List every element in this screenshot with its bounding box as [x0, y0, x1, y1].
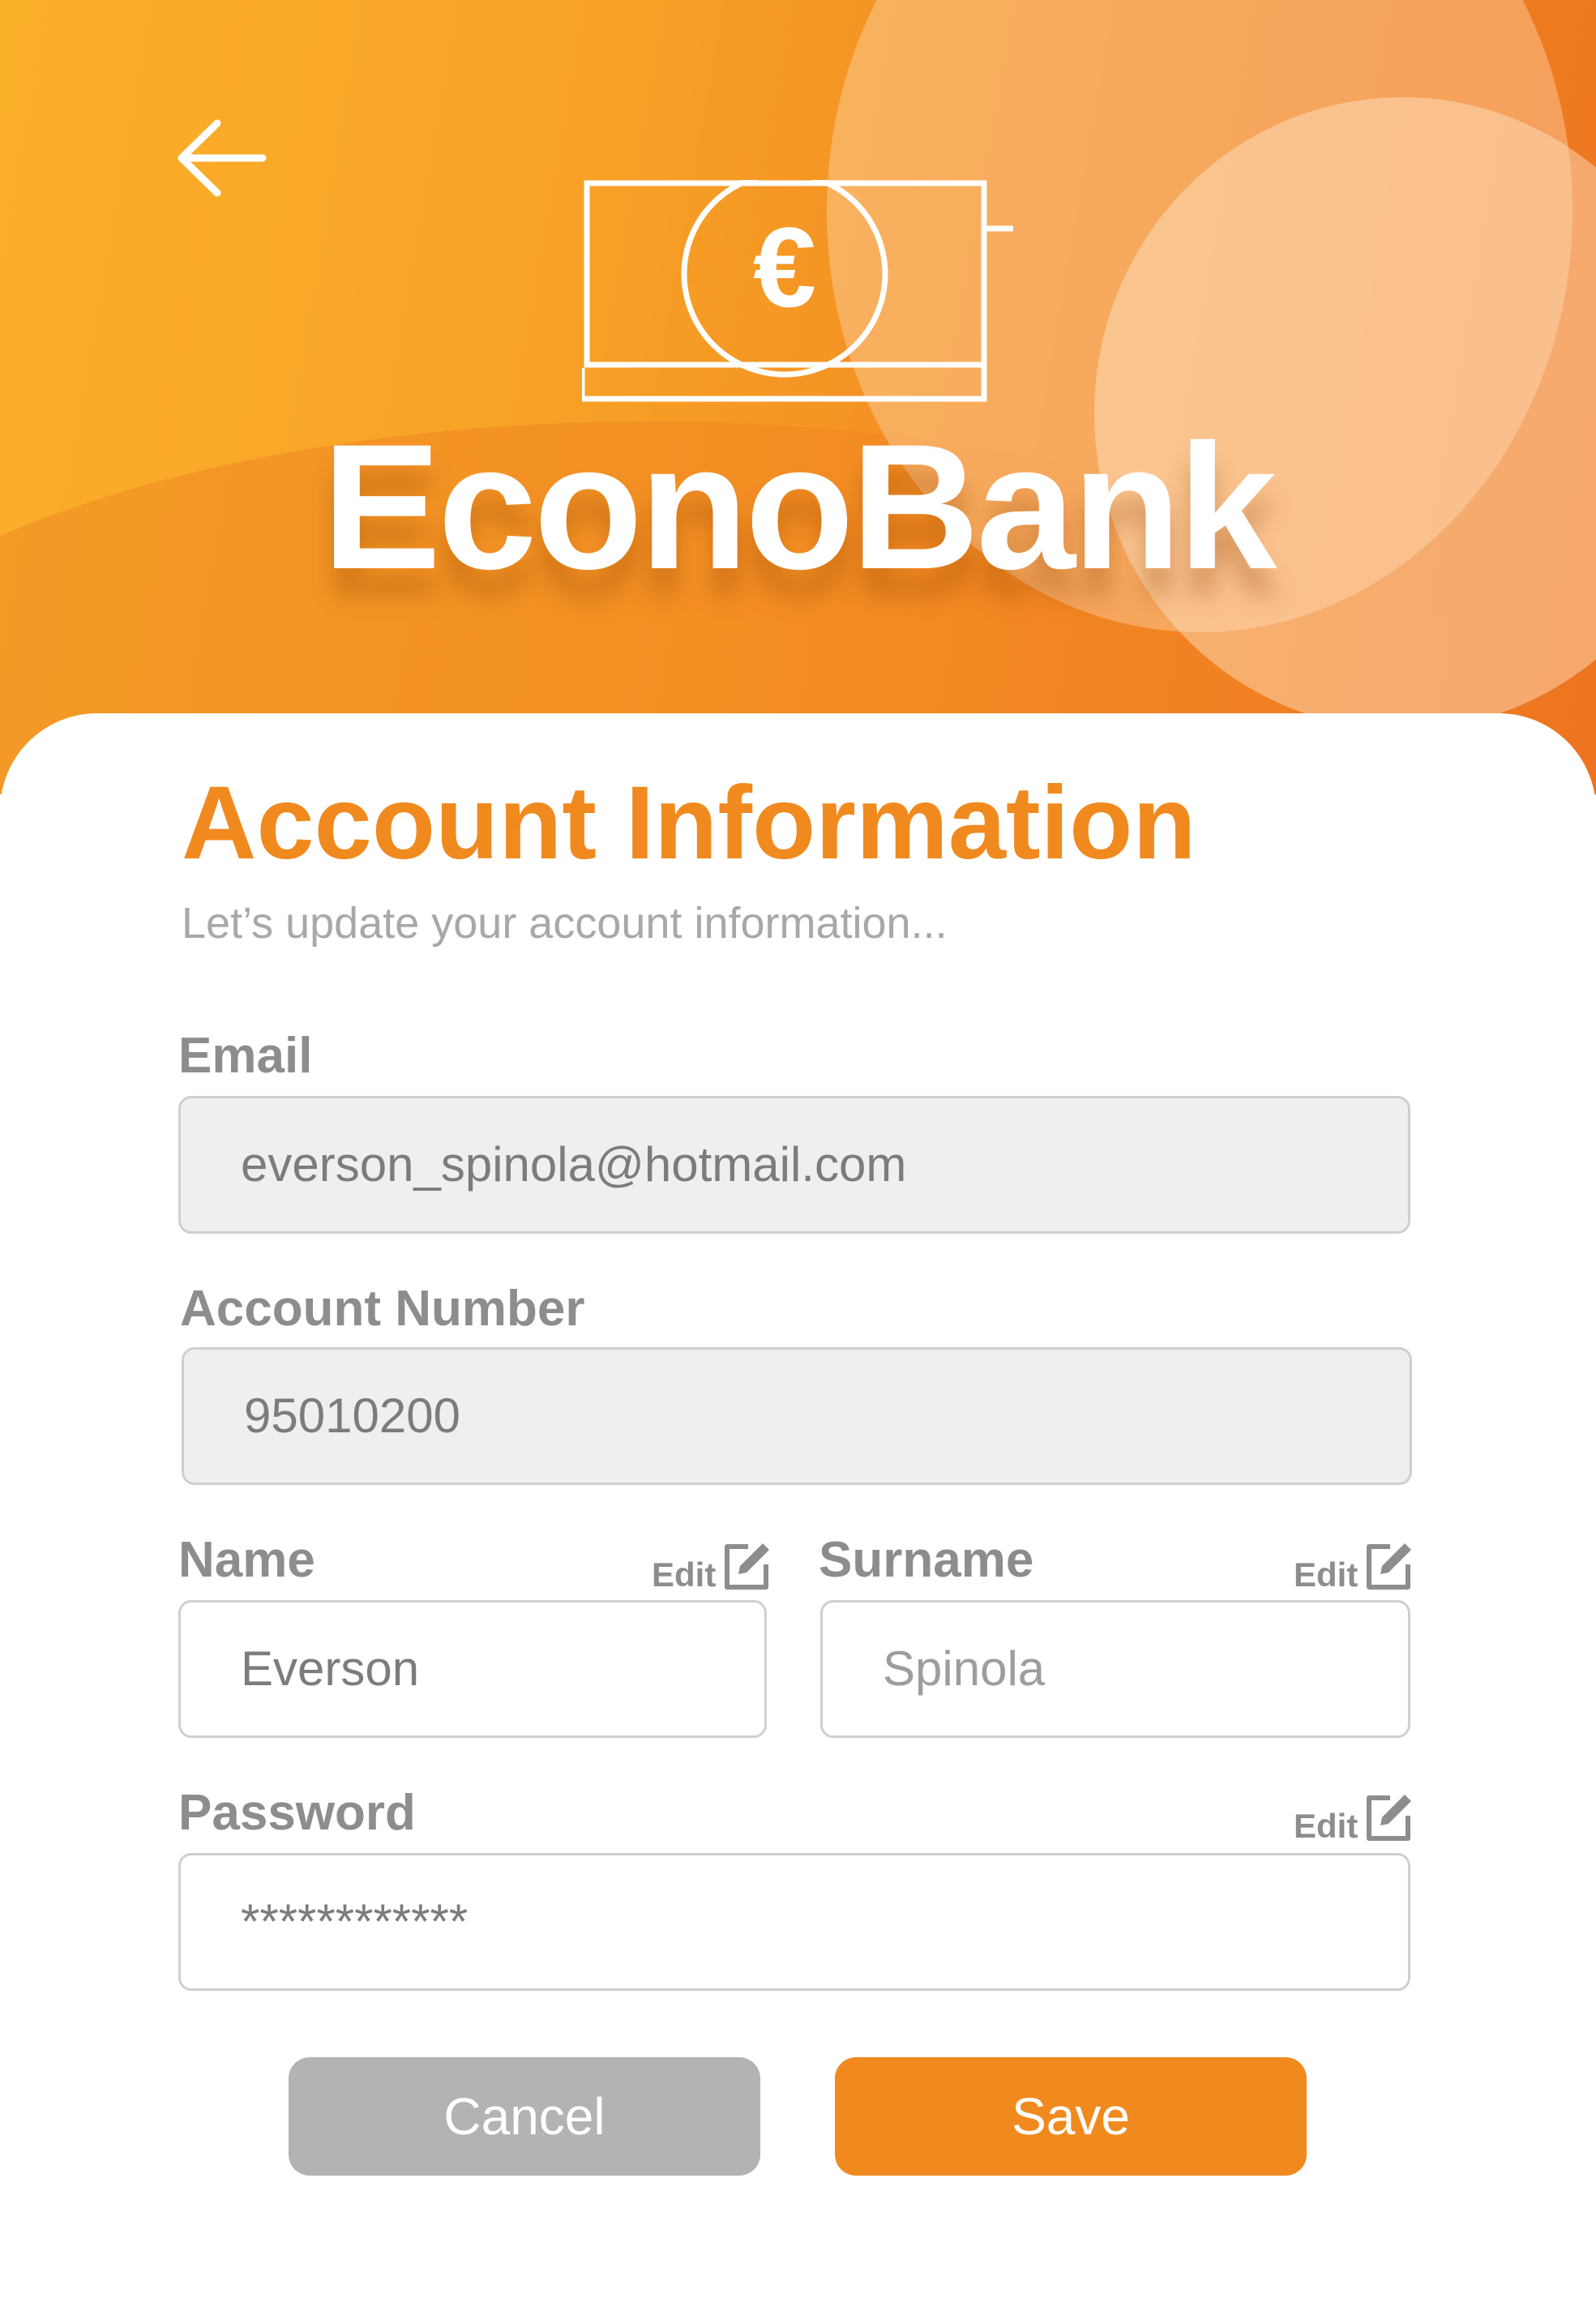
edit-label: Edit	[1294, 1807, 1359, 1845]
edit-pencil-icon	[1367, 1795, 1412, 1841]
edit-pencil-icon	[725, 1543, 770, 1590]
save-button[interactable]: Save	[835, 2057, 1307, 2176]
email-label: Email	[178, 1028, 313, 1084]
page-title: Account Information	[182, 765, 1196, 881]
password-input[interactable]: ************	[178, 1853, 1410, 1991]
page-subtitle: Let’s update your account information...	[182, 899, 948, 948]
surname-label: Surname	[819, 1532, 1034, 1588]
name-edit-button[interactable]: Edit	[652, 1540, 772, 1592]
account-number-label: Account Number	[180, 1281, 585, 1337]
edit-label: Edit	[1294, 1556, 1359, 1594]
surname-input[interactable]: Spinola	[820, 1600, 1410, 1738]
back-button[interactable]	[172, 113, 269, 203]
surname-placeholder: Spinola	[883, 1641, 1046, 1696]
account-number-value: 95010200	[244, 1389, 460, 1443]
arrow-left-icon	[178, 119, 267, 197]
edit-pencil-icon	[1367, 1543, 1412, 1590]
euro-symbol: €	[753, 203, 816, 331]
password-label: Password	[178, 1785, 416, 1841]
name-input[interactable]: Everson	[178, 1600, 767, 1738]
surname-edit-button[interactable]: Edit	[1294, 1540, 1414, 1592]
password-edit-button[interactable]: Edit	[1294, 1791, 1414, 1843]
cancel-button[interactable]: Cancel	[289, 2057, 760, 2176]
header-banner: € EconoBank	[0, 0, 1596, 794]
edit-label: Edit	[652, 1556, 717, 1594]
password-value: ************	[241, 1894, 469, 1949]
euro-banknote-icon: €	[582, 180, 1013, 402]
email-field: everson_spinola@hotmail.com	[178, 1096, 1410, 1234]
account-number-field: 95010200	[182, 1347, 1412, 1485]
brand-name: EconoBank	[322, 407, 1277, 606]
name-value: Everson	[241, 1641, 420, 1696]
form-card	[0, 713, 1596, 2298]
email-value: everson_spinola@hotmail.com	[241, 1137, 907, 1192]
name-label: Name	[178, 1532, 315, 1588]
